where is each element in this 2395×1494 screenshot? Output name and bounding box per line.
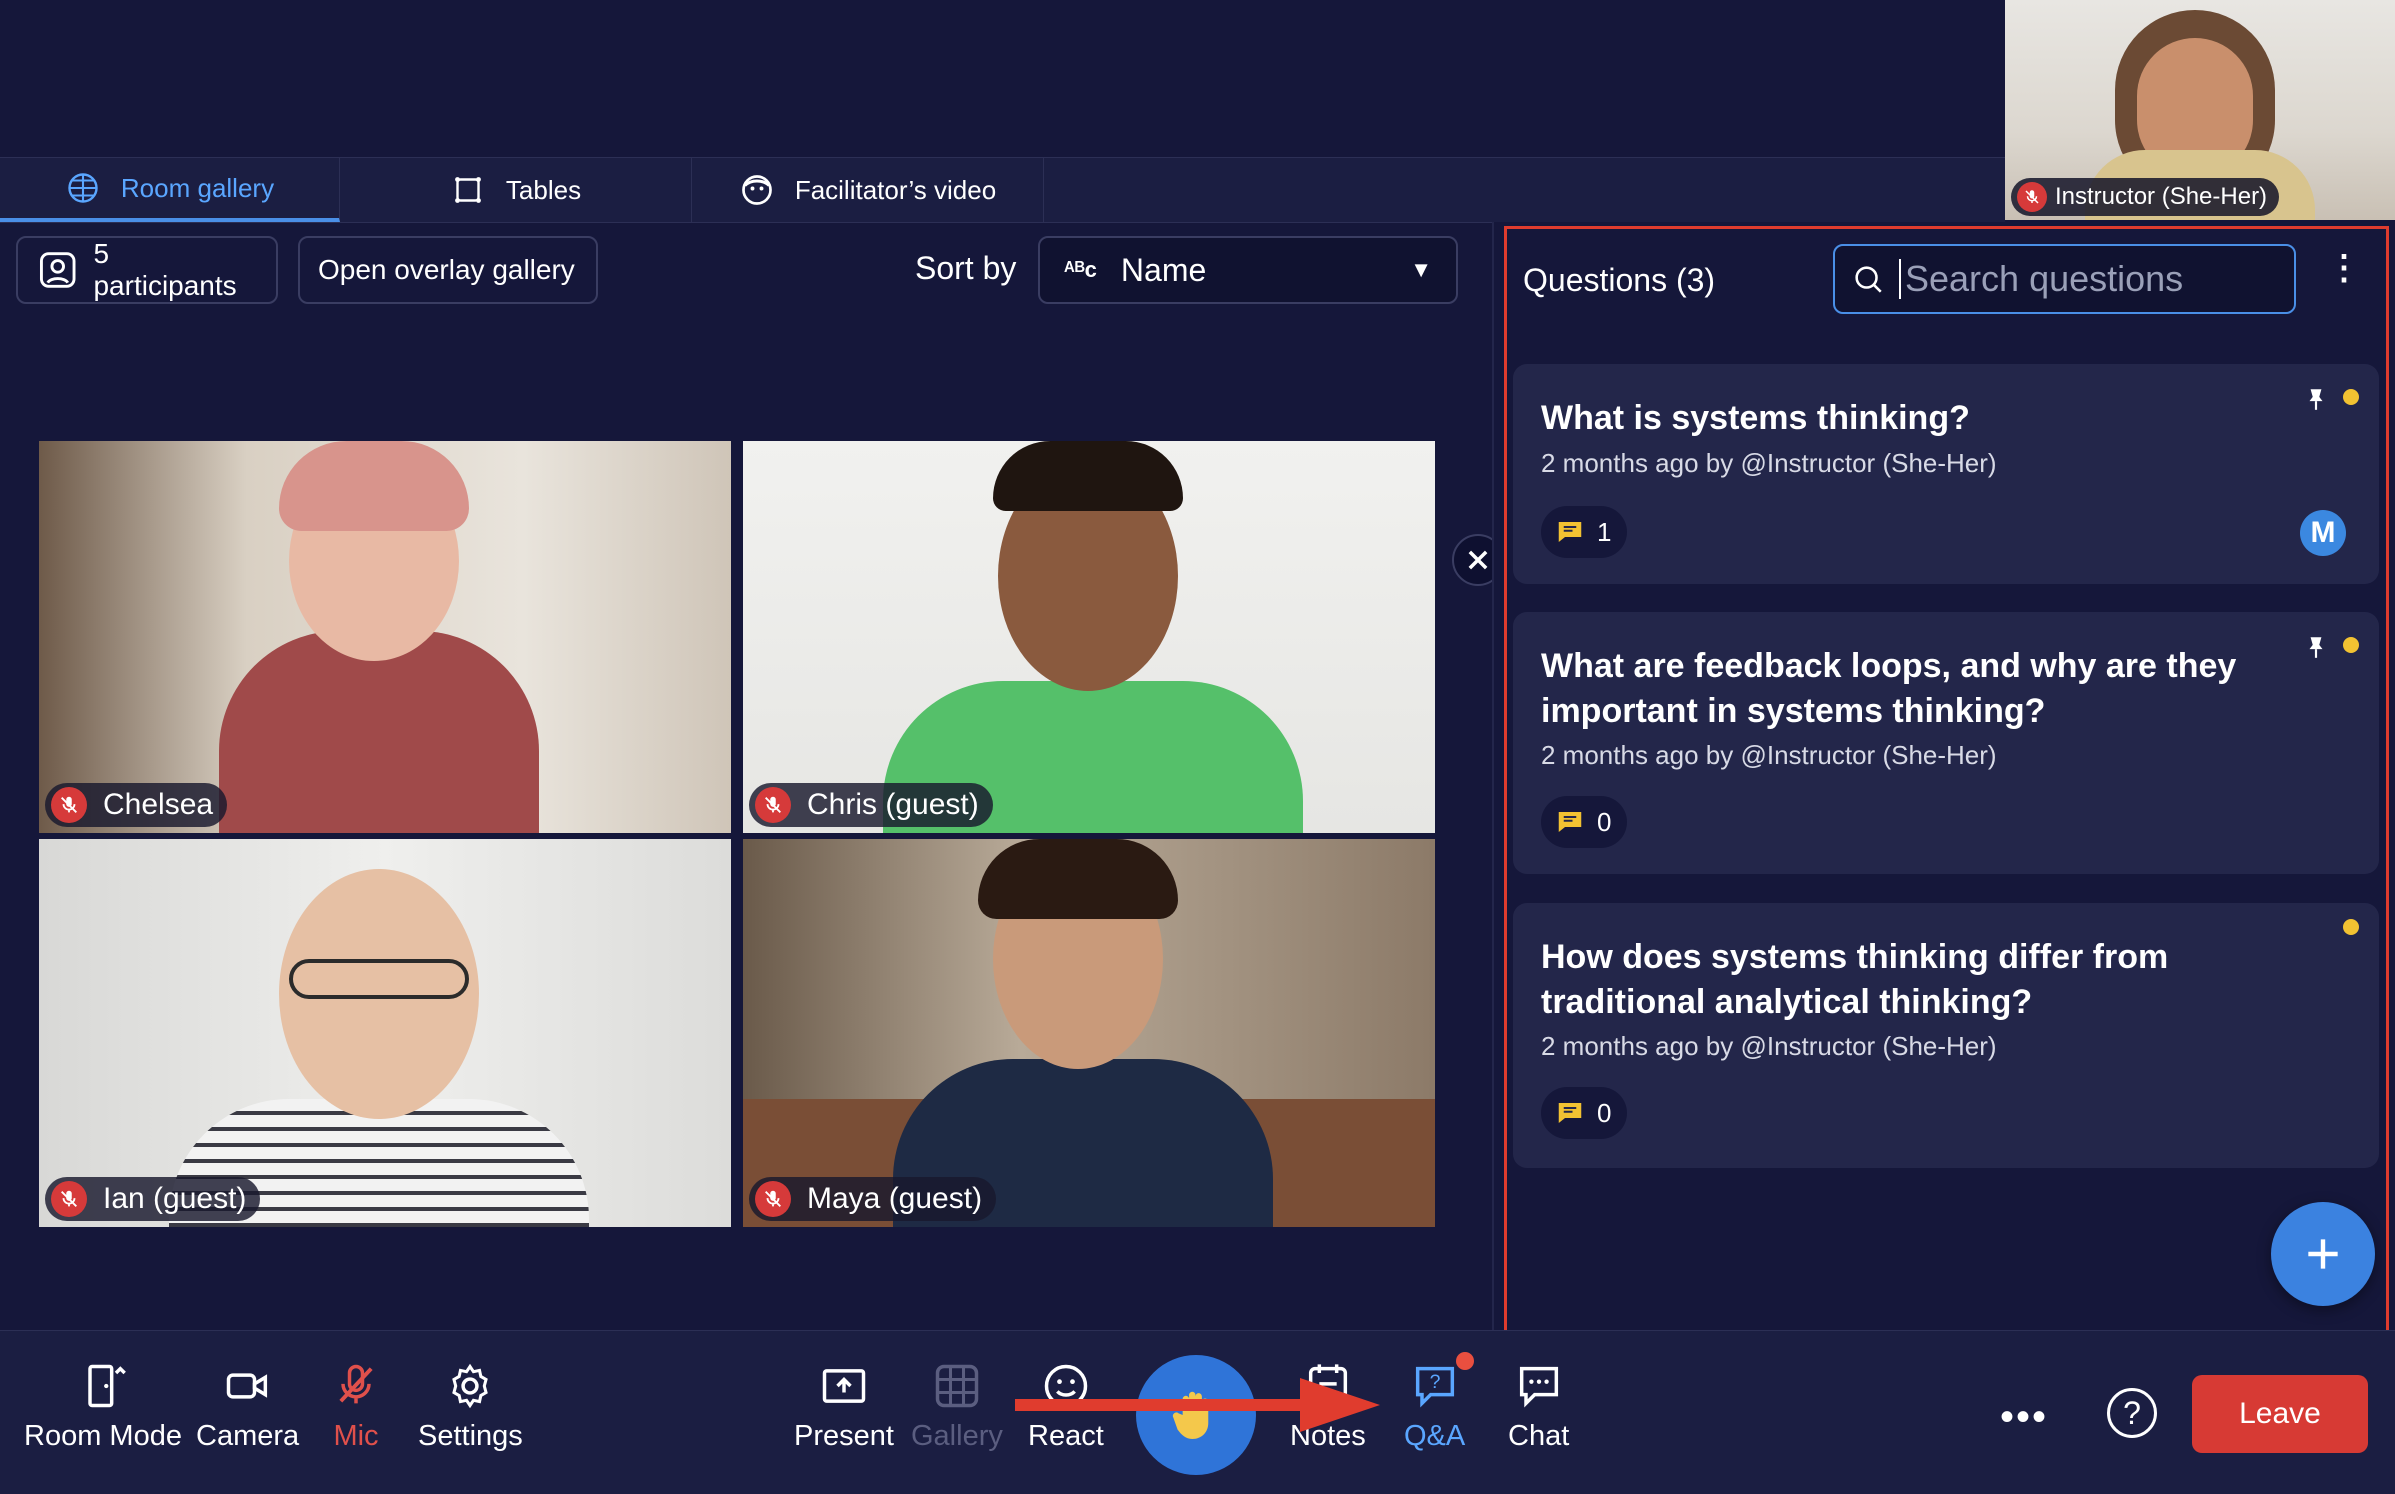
door-icon — [88, 1364, 126, 1408]
person-hair — [993, 441, 1183, 511]
grid-icon — [935, 1364, 979, 1408]
grid-globe-icon — [68, 173, 98, 203]
participant-tile[interactable]: Chris (guest) — [743, 441, 1435, 833]
present-button[interactable]: Present — [794, 1360, 894, 1453]
mic-muted-icon — [339, 1364, 373, 1404]
view-tabs: Room gallery Tables Facilitator’s video — [0, 157, 2005, 223]
participants-button[interactable]: 5 participants — [16, 236, 278, 304]
person-hair — [978, 839, 1178, 919]
settings-button[interactable]: Settings — [418, 1360, 523, 1453]
mic-muted-icon — [51, 787, 87, 823]
help-button[interactable]: ? — [2107, 1388, 2157, 1438]
participant-tile[interactable]: Ian (guest) — [39, 839, 731, 1227]
participant-name-tag: Ian (guest) — [45, 1177, 261, 1221]
chevron-down-icon: ▼ — [1410, 257, 1432, 282]
participant-tile[interactable]: Chelsea — [39, 441, 731, 833]
mic-muted-icon — [755, 787, 791, 823]
abc-icon: ᴬᴮc — [1064, 257, 1097, 282]
leave-button[interactable]: Leave — [2192, 1375, 2368, 1453]
chat-icon — [1519, 1366, 1558, 1408]
tab-room-gallery[interactable]: Room gallery — [0, 158, 340, 222]
qa-button[interactable]: ? Q&A — [1404, 1360, 1465, 1453]
close-icon — [1468, 550, 1488, 570]
glasses — [289, 959, 469, 999]
mic-muted-icon — [2017, 182, 2047, 212]
question-bubble-icon: ? — [1415, 1366, 1454, 1408]
more-options-icon[interactable]: ••• — [2000, 1395, 2048, 1440]
tables-icon — [455, 177, 481, 203]
mic-muted-icon — [51, 1181, 87, 1217]
self-view-label: Instructor (She-Her) — [2011, 178, 2280, 216]
self-view-video: Instructor (She-Her) — [2005, 0, 2395, 220]
participant-tile[interactable]: Maya (guest) — [743, 839, 1435, 1227]
face-icon — [741, 175, 772, 205]
sort-select[interactable]: ᴬᴮc Name ▼ — [1038, 236, 1458, 304]
tab-label: Facilitator’s video — [794, 174, 997, 205]
present-icon — [822, 1369, 866, 1403]
person-hair — [279, 441, 469, 531]
camera-icon — [226, 1373, 267, 1399]
tab-label: Tables — [505, 174, 582, 205]
tab-facilitator-video[interactable]: Facilitator’s video — [692, 158, 1044, 222]
mic-muted-icon — [755, 1181, 791, 1217]
participant-name-tag: Chelsea — [45, 783, 228, 827]
room-mode-button[interactable]: Room Mode — [24, 1360, 182, 1453]
tab-label: Room gallery — [120, 172, 275, 203]
camera-button[interactable]: Camera — [196, 1360, 299, 1453]
svg-text:?: ? — [1429, 1371, 1440, 1393]
sort-by-label: Sort by — [915, 250, 1017, 286]
open-overlay-gallery-button[interactable]: Open overlay gallery — [298, 236, 598, 304]
gear-icon — [452, 1363, 489, 1409]
person-body — [219, 631, 539, 833]
highlight-annotation — [1504, 226, 2389, 1351]
gallery-button[interactable]: Gallery — [911, 1360, 1003, 1453]
chat-button[interactable]: Chat — [1508, 1360, 1569, 1453]
participant-name-tag: Chris (guest) — [749, 783, 993, 827]
tab-tables[interactable]: Tables — [340, 158, 692, 222]
person-icon — [39, 252, 76, 288]
mic-button[interactable]: Mic — [330, 1360, 382, 1453]
annotation-arrow — [1015, 1378, 1380, 1432]
participant-name-tag: Maya (guest) — [749, 1177, 997, 1221]
notification-dot — [1456, 1352, 1474, 1370]
